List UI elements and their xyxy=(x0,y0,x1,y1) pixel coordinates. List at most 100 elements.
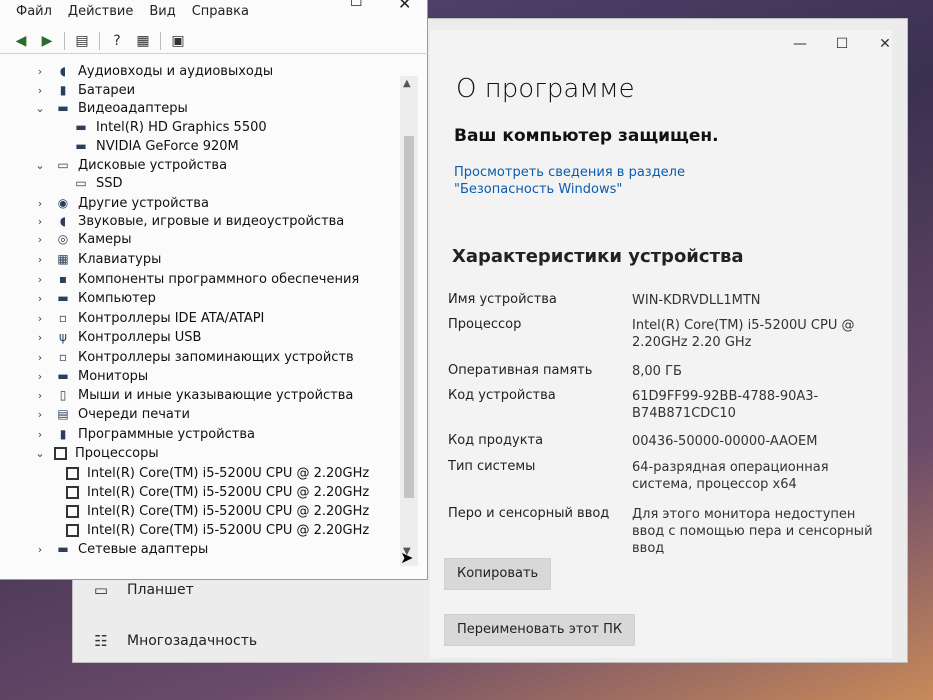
tree-node-label: Компьютер xyxy=(78,290,156,306)
tree-node-label: Аудиовходы и аудиовыходы xyxy=(78,63,274,79)
tree-node[interactable]: › ◉ Другие устройства xyxy=(34,194,209,212)
tree-node[interactable]: › ψ Контроллеры USB xyxy=(34,328,202,346)
tree-node-label: NVIDIA GeForce 920M xyxy=(96,138,239,154)
menu-action[interactable]: Действие xyxy=(68,4,133,26)
device-manager-window: ☐ ✕ Файл Действие Вид Справка ◀ ▶ ▤ ? ▦ … xyxy=(0,0,428,580)
tree-node[interactable]: › ▫ Контроллеры IDE ATA/ATAPI xyxy=(34,309,265,327)
cpu-icon xyxy=(66,504,79,518)
chevron-down-icon[interactable]: ⌄ xyxy=(34,447,46,460)
cpu-icon xyxy=(54,446,67,460)
menu-view[interactable]: Вид xyxy=(149,4,175,26)
tree-node[interactable]: › ▬ Сетевые адаптеры xyxy=(34,540,208,558)
tree-node[interactable]: ⌄ ▭ Дисковые устройства xyxy=(34,156,227,174)
tree-node[interactable]: › ▮ Программные устройства xyxy=(34,425,255,443)
software-device-icon: ▮ xyxy=(59,427,67,441)
tree-node[interactable]: Intel(R) Core(TM) i5-5200U CPU @ 2.20GHz xyxy=(66,483,369,501)
chevron-right-icon[interactable]: › xyxy=(34,389,46,402)
spec-value: 8,00 ГБ xyxy=(632,364,682,379)
tree-node-label: Компоненты программного обеспечения xyxy=(78,271,360,287)
tree-node[interactable]: ▬ NVIDIA GeForce 920M xyxy=(72,137,239,155)
tree-node[interactable]: › ▯ Мыши и иные указывающие устройства xyxy=(34,386,354,404)
tree-node[interactable]: ▬ Intel(R) HD Graphics 5500 xyxy=(72,118,266,136)
chevron-right-icon[interactable]: › xyxy=(34,370,46,383)
chevron-right-icon[interactable]: › xyxy=(34,197,46,210)
scan-hardware-icon[interactable]: ▣ xyxy=(167,31,189,51)
chevron-right-icon[interactable]: › xyxy=(34,65,46,78)
chevron-right-icon[interactable]: › xyxy=(34,543,46,556)
toolbar-divider xyxy=(99,31,100,50)
chevron-right-icon[interactable]: › xyxy=(34,351,46,364)
chevron-right-icon[interactable]: › xyxy=(34,312,46,325)
monitor-icon: ▬ xyxy=(57,101,69,115)
forward-arrow-icon[interactable]: ▶ xyxy=(36,31,58,51)
scrollbar-thumb[interactable] xyxy=(404,136,414,498)
tree-node-label: Клавиатуры xyxy=(78,251,162,267)
monitor-icon: ▬ xyxy=(75,120,87,134)
keyboard-icon: ▦ xyxy=(57,252,69,266)
tree-node[interactable]: › ▮ Батареи xyxy=(34,81,135,99)
chevron-down-icon[interactable]: ⌄ xyxy=(34,102,46,115)
tree-node[interactable]: › ▤ Очереди печати xyxy=(34,405,190,423)
minimize-icon[interactable]: — xyxy=(785,36,815,52)
menu-file[interactable]: Файл xyxy=(16,4,52,26)
tree-node[interactable]: Intel(R) Core(TM) i5-5200U CPU @ 2.20GHz xyxy=(66,521,369,539)
speaker-icon: ◖ xyxy=(59,214,67,228)
chevron-right-icon[interactable]: › xyxy=(34,253,46,266)
security-details-link[interactable]: Просмотреть сведения в разделе "Безопасн… xyxy=(454,164,784,198)
tree-node[interactable]: › ◖ Звуковые, игровые и видеоустройства xyxy=(34,212,344,230)
menu-help[interactable]: Справка xyxy=(192,4,249,26)
tree-node[interactable]: ⌄ ▬ Видеоадаптеры xyxy=(34,99,188,117)
scroll-up-icon[interactable]: ▲ xyxy=(403,78,411,89)
chevron-right-icon[interactable]: › xyxy=(34,331,46,344)
tree-node-label: Камеры xyxy=(78,231,132,247)
component-icon: ▪ xyxy=(58,272,68,286)
toolbar-divider xyxy=(160,31,161,50)
maximize-icon[interactable]: ☐ xyxy=(827,36,857,52)
storage-controller-icon: ▫ xyxy=(58,350,68,364)
speaker-icon: ◖ xyxy=(59,64,67,78)
protection-status: Ваш компьютер защищен. xyxy=(454,126,719,146)
tree-node[interactable]: › ▦ Клавиатуры xyxy=(34,250,162,268)
settings-nav-tablet[interactable]: ▭ Планшет xyxy=(91,581,194,599)
tree-node[interactable]: ▭ SSD xyxy=(72,174,122,192)
tree-node[interactable]: Intel(R) Core(TM) i5-5200U CPU @ 2.20GHz xyxy=(66,502,369,520)
tree-node[interactable]: › ◖ Аудиовходы и аудиовыходы xyxy=(34,62,273,80)
spec-label: Оперативная память xyxy=(448,363,593,378)
settings-nav-multitasking[interactable]: ☷ Многозадачность xyxy=(91,632,257,650)
close-icon[interactable]: ✕ xyxy=(870,36,900,52)
chevron-right-icon[interactable]: › xyxy=(34,428,46,441)
chevron-right-icon[interactable]: › xyxy=(34,233,46,246)
vertical-scrollbar[interactable]: ▲ ▼ xyxy=(400,76,418,566)
settings-nav-label: Многозадачность xyxy=(127,633,258,649)
tree-node[interactable]: › ▬ Компьютер xyxy=(34,289,156,307)
properties-icon[interactable]: ▤ xyxy=(71,31,93,51)
back-arrow-icon[interactable]: ◀ xyxy=(10,31,32,51)
tree-node[interactable]: › ▫ Контроллеры запоминающих устройств xyxy=(34,348,354,366)
chevron-right-icon[interactable]: › xyxy=(34,84,46,97)
mouse-cursor-icon: ➤ xyxy=(400,548,414,567)
help-icon[interactable]: ? xyxy=(106,31,128,51)
network-icon: ▬ xyxy=(57,542,69,556)
tree-node-label: Звуковые, игровые и видеоустройства xyxy=(78,213,345,229)
chevron-right-icon[interactable]: › xyxy=(34,292,46,305)
tree-node[interactable]: Intel(R) Core(TM) i5-5200U CPU @ 2.20GHz xyxy=(66,464,369,482)
chevron-right-icon[interactable]: › xyxy=(34,408,46,421)
tree-node[interactable]: › ▬ Мониторы xyxy=(34,367,148,385)
tree-node-label: Видеоадаптеры xyxy=(78,100,188,116)
chevron-right-icon[interactable]: › xyxy=(34,273,46,286)
view-icon[interactable]: ▦ xyxy=(132,31,154,51)
tree-node[interactable]: › ◎ Камеры xyxy=(34,230,132,248)
page-title: О программе xyxy=(456,74,635,104)
copy-button[interactable]: Копировать xyxy=(444,558,552,590)
spec-value: 00436-50000-00000-AAOEM xyxy=(632,434,818,449)
rename-pc-button[interactable]: Переименовать этот ПК xyxy=(444,614,636,646)
tree-node-label: Intel(R) Core(TM) i5-5200U CPU @ 2.20GHz xyxy=(87,465,370,481)
tree-node-label: Мыши и иные указывающие устройства xyxy=(78,387,354,403)
chevron-down-icon[interactable]: ⌄ xyxy=(34,159,46,172)
chevron-right-icon[interactable]: › xyxy=(34,215,46,228)
tree-node[interactable]: ⌄ Процессоры xyxy=(34,444,158,462)
spec-label: Процессор xyxy=(448,317,522,332)
controller-icon: ▫ xyxy=(58,311,68,325)
tree-node[interactable]: › ▪ Компоненты программного обеспечения xyxy=(34,270,359,288)
multitasking-icon: ☷ xyxy=(94,632,108,650)
